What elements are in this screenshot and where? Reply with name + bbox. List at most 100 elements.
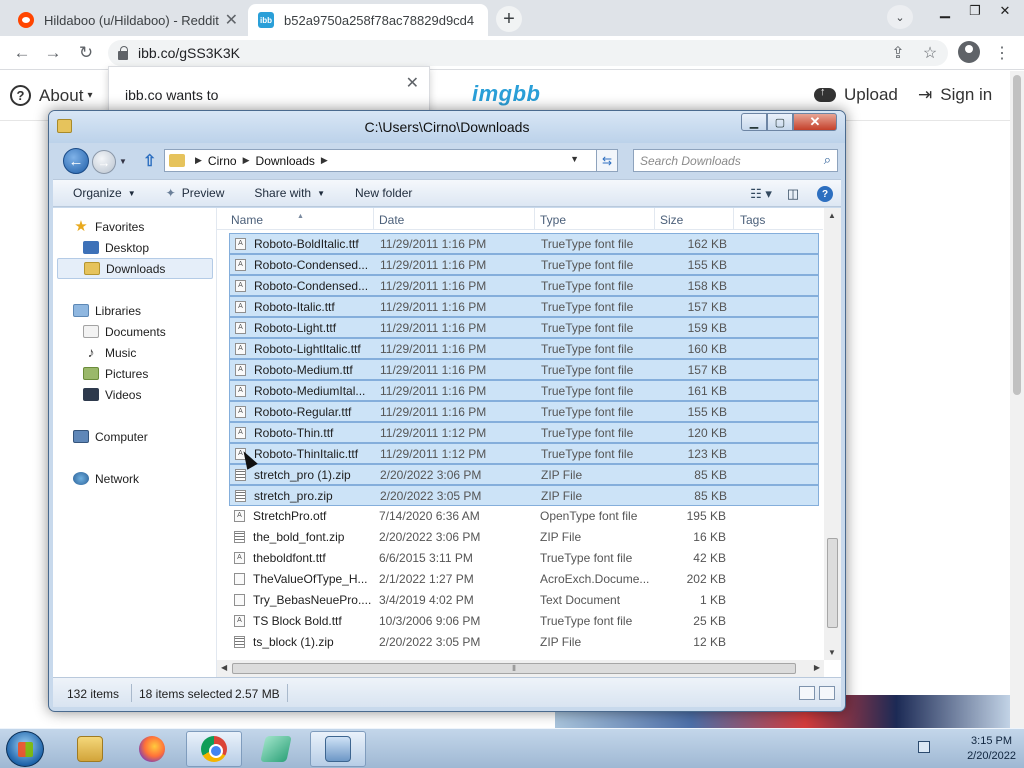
view-options-icon[interactable]: ☷ ▾ [745,186,777,202]
file-row[interactable]: A Roboto-LightItalic.ttf 11/29/2011 1:16 P… [229,338,819,359]
network-tray-icon[interactable] [918,741,930,753]
file-row[interactable]: A Roboto-Italic.ttf 11/29/2011 1:16 PM True… [229,296,819,317]
details-view-icon[interactable] [799,686,815,700]
organize-button[interactable]: Organize ▼ [53,186,146,200]
signin-button[interactable]: ⇥ Sign in [918,85,992,105]
file-row[interactable]: A Roboto-Condensed... 11/29/2011 1:16 PM Tr… [229,254,819,275]
taskbar-explorer[interactable] [62,731,118,767]
taskbar-notes[interactable] [248,731,304,767]
chevron-down-icon[interactable]: ▼ [570,154,579,164]
taskbar-control-panel[interactable] [310,731,366,767]
minimize-icon[interactable]: ▁ [741,113,767,131]
column-name[interactable]: Name [231,213,263,227]
nav-computer[interactable]: Computer [73,426,231,447]
back-arrow-icon[interactable]: ← [10,41,34,65]
explorer-titlebar[interactable]: C:\Users\Cirno\Downloads ▁ ▢ ✕ [49,111,845,143]
scroll-left-icon[interactable]: ◀ [221,663,227,672]
file-row[interactable]: Try_BebasNeuePro.... 3/4/2019 4:02 PM Text… [229,590,819,611]
breadcrumb-item[interactable]: Downloads [256,154,315,168]
maximize-icon[interactable]: ▢ [767,113,793,131]
share-with-button[interactable]: Share with ▼ [234,186,335,200]
breadcrumb-separator-icon[interactable]: ▶ [243,155,250,166]
file-row[interactable]: A Roboto-Light.ttf 11/29/2011 1:16 PM TrueT… [229,317,819,338]
file-row[interactable]: A Roboto-MediumItal... 11/29/2011 1:16 PM T… [229,380,819,401]
chevron-down-icon[interactable]: ▼ [119,157,127,166]
about-menu[interactable]: ? About ▾ [10,85,92,106]
preview-button[interactable]: ✦ Preview [146,186,235,200]
file-row[interactable]: A Roboto-Regular.ttf 11/29/2011 1:16 PM Tru… [229,401,819,422]
clock[interactable]: 3:15 PM 2/20/2022 [967,734,1016,764]
menu-kebab-icon[interactable]: ⋮ [990,41,1014,65]
file-type: ZIP File [540,635,582,649]
file-row[interactable]: A StretchPro.otf 7/14/2020 6:36 AM OpenType… [229,506,819,527]
explorer-address-bar[interactable]: ▶ Cirno ▶ Downloads ▶ ▼ [164,149,604,172]
file-row[interactable]: A Roboto-Thin.ttf 11/29/2011 1:12 PM TrueTy… [229,422,819,443]
file-row[interactable]: A TS Block Bold.ttf 10/3/2006 9:06 PM TrueT… [229,611,819,632]
column-type[interactable]: Type [540,213,566,227]
tab-imgbb[interactable]: ibb b52a9750a258f78ac78829d9cd4 [248,4,488,36]
forward-arrow-icon[interactable]: → [92,150,116,174]
file-row[interactable]: stretch_pro (1).zip 2/20/2022 3:06 PM ZIP … [229,464,819,485]
close-icon[interactable]: ✕ [406,73,419,93]
breadcrumb-separator-icon[interactable]: ▶ [195,155,202,166]
nav-favorites[interactable]: ★ Favorites [73,216,231,237]
close-icon[interactable]: ✕ [992,2,1018,20]
site-logo[interactable]: imgbb [472,81,541,107]
column-date[interactable]: Date [379,213,404,227]
restore-icon[interactable]: ❐ [962,2,988,20]
new-folder-button[interactable]: New folder [335,186,422,200]
horizontal-scrollbar[interactable]: ◀ ⦀ ▶ [217,660,824,677]
column-divider[interactable] [654,208,655,230]
file-row[interactable]: A Roboto-BoldItalic.ttf 11/29/2011 1:16 PM… [229,233,819,254]
start-button[interactable] [6,731,44,767]
address-bar[interactable]: ibb.co/gSS3K3K [108,40,948,66]
tab-reddit[interactable]: Hildaboo (u/Hildaboo) - Reddit ✕ [8,4,248,36]
file-row[interactable]: the_bold_font.zip 2/20/2022 3:06 PM ZIP Fi… [229,527,819,548]
refresh-icon[interactable]: ⇆ [596,149,618,172]
bookmark-star-icon[interactable]: ☆ [918,41,942,65]
file-row[interactable]: A Roboto-Condensed... 11/29/2011 1:16 PM Tr… [229,275,819,296]
forward-arrow-icon[interactable]: → [41,41,65,65]
column-divider[interactable] [733,208,734,230]
scroll-thumb[interactable] [1013,75,1021,395]
column-divider[interactable] [534,208,535,230]
vertical-scrollbar[interactable]: ▲ ▼ [824,208,841,660]
column-tags[interactable]: Tags [740,213,765,227]
nav-libraries[interactable]: Libraries [73,300,231,321]
preview-pane-icon[interactable]: ◫ [777,186,809,202]
up-arrow-icon[interactable]: ⇧ [143,151,156,171]
file-row[interactable]: Atheboldfont.ttf 6/6/2015 3:11 PM TrueType… [229,548,819,569]
help-icon[interactable]: ? [817,186,833,202]
search-input[interactable]: Search Downloads ⌕ [633,149,838,172]
breadcrumb-item[interactable]: Cirno [208,154,237,168]
new-tab-button[interactable]: + [496,6,522,32]
minimize-icon[interactable]: ▁ [932,2,958,20]
taskbar-chrome[interactable] [186,731,242,767]
column-size[interactable]: Size [660,213,683,227]
reload-icon[interactable]: ↻ [74,41,98,65]
back-arrow-icon[interactable]: ← [63,148,89,174]
file-row[interactable]: A Roboto-Medium.ttf 11/29/2011 1:16 PM True… [229,359,819,380]
column-divider[interactable] [373,208,374,230]
thumbnail-view-icon[interactable] [819,686,835,700]
scroll-thumb[interactable] [827,538,838,628]
taskbar-firefox[interactable] [124,731,180,767]
page-scrollbar[interactable] [1010,71,1024,728]
file-row[interactable]: A Roboto-ThinItalic.ttf 11/29/2011 1:12 PM… [229,443,819,464]
profile-avatar[interactable] [958,41,980,63]
file-row[interactable]: ts_block (1).zip 2/20/2022 3:05 PM ZIP Fil… [229,632,819,653]
scroll-thumb[interactable]: ⦀ [232,663,796,674]
share-icon[interactable]: ⇪ [886,41,910,65]
scroll-up-icon[interactable]: ▲ [828,211,836,220]
tab-search-icon[interactable]: ⌄ [887,5,913,29]
close-icon[interactable]: ✕ [793,113,837,131]
nav-downloads[interactable]: Downloads [57,258,213,279]
breadcrumb-separator-icon[interactable]: ▶ [321,155,328,166]
upload-button[interactable]: Upload [814,85,898,105]
scroll-right-icon[interactable]: ▶ [814,663,820,672]
file-row[interactable]: TheValueOfType_H... 2/1/2022 1:27 PM AcroE… [229,569,819,590]
file-row[interactable]: stretch_pro.zip 2/20/2022 3:05 PM ZIP File… [229,485,819,506]
scroll-down-icon[interactable]: ▼ [828,648,836,657]
tab-close-icon[interactable]: ✕ [225,10,238,30]
nav-network[interactable]: Network [73,468,231,489]
